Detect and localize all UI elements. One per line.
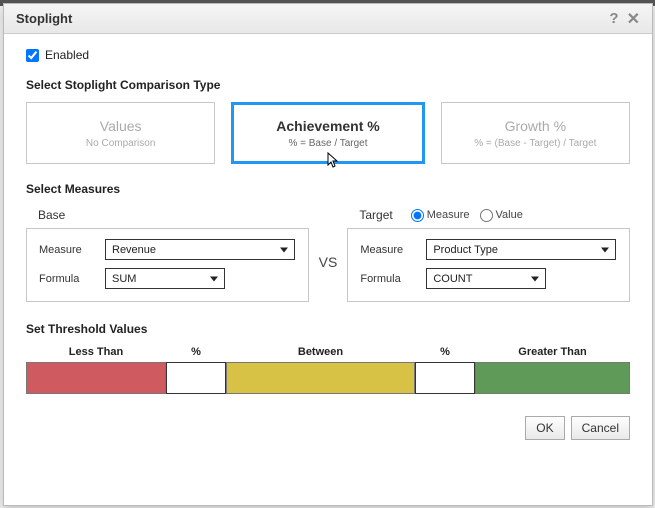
threshold-bar-high bbox=[475, 362, 630, 394]
card-title: Values bbox=[100, 118, 142, 134]
th-percent-label-1: % bbox=[166, 346, 226, 358]
threshold-bar-mid bbox=[226, 362, 415, 394]
base-measure-row: Measure Revenue bbox=[39, 239, 296, 260]
target-box: Measure Product Type Formula COUNT bbox=[347, 228, 630, 302]
ok-button[interactable]: OK bbox=[525, 416, 564, 440]
target-label: Target bbox=[359, 208, 392, 222]
cancel-button[interactable]: Cancel bbox=[571, 416, 630, 440]
radio-label: Value bbox=[496, 209, 523, 221]
target-mode-measure-radio[interactable] bbox=[411, 209, 424, 222]
enabled-checkbox[interactable] bbox=[26, 49, 39, 62]
target-column: Target Measure Value Measur bbox=[347, 206, 630, 302]
threshold-bars bbox=[26, 362, 630, 394]
card-sub: % = Base / Target bbox=[288, 138, 367, 149]
section-type-label: Select Stoplight Comparison Type bbox=[26, 78, 630, 92]
dialog-buttons: OK Cancel bbox=[26, 416, 630, 440]
type-card-growth[interactable]: Growth % % = (Base - Target) / Target bbox=[441, 102, 630, 164]
help-icon[interactable]: ? bbox=[605, 10, 622, 27]
base-formula-row: Formula SUM bbox=[39, 268, 296, 289]
vs-label: VS bbox=[319, 206, 338, 302]
target-measure-select[interactable]: Product Type bbox=[426, 239, 616, 260]
select-value: Product Type bbox=[433, 244, 498, 256]
select-value: Revenue bbox=[112, 244, 156, 256]
card-sub: % = (Base - Target) / Target bbox=[474, 138, 596, 149]
dialog-titlebar: Stoplight ? ✕ bbox=[4, 4, 652, 34]
th-between-label: Between bbox=[226, 346, 415, 358]
target-mode-value[interactable]: Value bbox=[480, 209, 523, 222]
card-sub: No Comparison bbox=[86, 138, 155, 149]
stoplight-dialog: Stoplight ? ✕ Enabled Select Stoplight C… bbox=[3, 3, 653, 506]
target-formula-select[interactable]: COUNT bbox=[426, 268, 546, 289]
threshold-low-input[interactable] bbox=[167, 363, 225, 393]
threshold-low-input-wrap bbox=[166, 362, 226, 394]
select-value: SUM bbox=[112, 273, 136, 285]
radio-label: Measure bbox=[427, 209, 470, 221]
type-cards: Values No Comparison Achievement % % = B… bbox=[26, 102, 630, 164]
dialog-title: Stoplight bbox=[16, 11, 605, 26]
type-card-achievement[interactable]: Achievement % % = Base / Target bbox=[231, 102, 424, 164]
threshold-high-input-wrap bbox=[415, 362, 475, 394]
target-mode-measure[interactable]: Measure bbox=[411, 209, 470, 222]
card-title: Achievement % bbox=[276, 118, 379, 134]
measure-field-label: Measure bbox=[360, 244, 416, 256]
base-column: Base Measure Revenue Formula SUM bbox=[26, 206, 309, 302]
base-measure-select[interactable]: Revenue bbox=[105, 239, 295, 260]
formula-field-label: Formula bbox=[360, 273, 416, 285]
type-card-values[interactable]: Values No Comparison bbox=[26, 102, 215, 164]
measure-field-label: Measure bbox=[39, 244, 95, 256]
base-header: Base bbox=[26, 206, 309, 228]
section-threshold-label: Set Threshold Values bbox=[26, 322, 630, 336]
target-mode-value-radio[interactable] bbox=[480, 209, 493, 222]
close-icon[interactable]: ✕ bbox=[623, 9, 644, 29]
th-greaterthan-label: Greater Than bbox=[475, 346, 630, 358]
base-formula-select[interactable]: SUM bbox=[105, 268, 225, 289]
target-measure-row: Measure Product Type bbox=[360, 239, 617, 260]
target-mode-radios: Measure Value bbox=[411, 209, 523, 222]
dialog-body: Enabled Select Stoplight Comparison Type… bbox=[4, 34, 652, 452]
select-value: COUNT bbox=[433, 273, 472, 285]
target-header: Target Measure Value bbox=[347, 206, 630, 228]
formula-field-label: Formula bbox=[39, 273, 95, 285]
threshold-high-input[interactable] bbox=[416, 363, 474, 393]
card-title: Growth % bbox=[505, 118, 566, 134]
enabled-row: Enabled bbox=[26, 48, 630, 62]
cursor-icon bbox=[324, 152, 340, 175]
target-formula-row: Formula COUNT bbox=[360, 268, 617, 289]
enabled-label: Enabled bbox=[45, 48, 89, 62]
base-box: Measure Revenue Formula SUM bbox=[26, 228, 309, 302]
threshold-headers: Less Than % Between % Greater Than bbox=[26, 346, 630, 358]
threshold-bar-low bbox=[26, 362, 166, 394]
measures-area: Base Measure Revenue Formula SUM bbox=[26, 206, 630, 302]
section-measures-label: Select Measures bbox=[26, 182, 630, 196]
th-percent-label-2: % bbox=[415, 346, 475, 358]
th-lessthan-label: Less Than bbox=[26, 346, 166, 358]
